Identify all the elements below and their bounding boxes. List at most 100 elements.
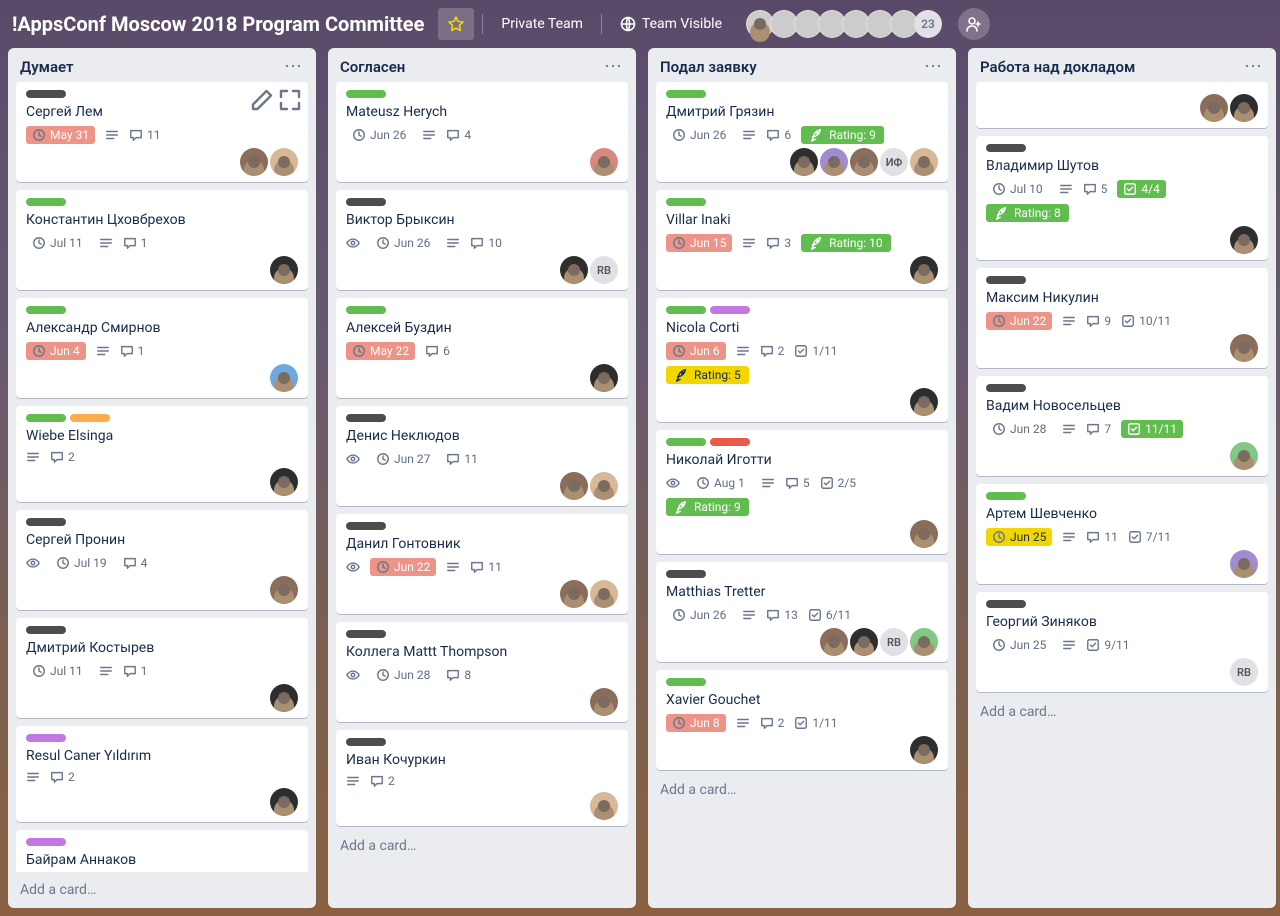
list-title[interactable]: Подал заявку — [660, 58, 757, 76]
label-grey[interactable] — [26, 626, 66, 634]
more-members-count[interactable]: 23 — [914, 10, 942, 38]
label-green[interactable] — [346, 306, 386, 314]
avatar[interactable] — [590, 472, 618, 500]
card[interactable]: Виктор БрыксинJun 2610RB — [336, 190, 628, 290]
avatar[interactable] — [270, 364, 298, 392]
avatar[interactable] — [820, 628, 848, 656]
due-badge[interactable]: Jun 26 — [370, 234, 436, 252]
due-badge[interactable]: Aug 1 — [690, 474, 751, 492]
card[interactable]: Иван Кочуркин2 — [336, 730, 628, 826]
card[interactable]: Resul Caner Yıldırım2 — [16, 726, 308, 822]
label-grey[interactable] — [346, 738, 386, 746]
list-title[interactable]: Работа над докладом — [980, 58, 1135, 76]
star-button[interactable] — [438, 8, 474, 40]
label-red[interactable] — [710, 438, 750, 446]
list-cards[interactable]: Сергей ЛемMay 3111Константин ЦховбреховJ… — [8, 80, 316, 872]
label-grey[interactable] — [346, 630, 386, 638]
due-badge[interactable]: Jun 22 — [986, 312, 1052, 330]
avatar[interactable] — [850, 628, 878, 656]
list-cards[interactable]: Владимир ШутовJul 1054/4 Rating: 8 Макси… — [968, 80, 1276, 694]
label-purple[interactable] — [710, 306, 750, 314]
add-card-button[interactable]: Add a card… — [8, 872, 316, 908]
card[interactable]: Villar InakiJun 153Rating: 10 — [656, 190, 948, 290]
avatar[interactable] — [910, 388, 938, 416]
label-grey[interactable] — [26, 90, 66, 98]
label-green[interactable] — [26, 306, 66, 314]
avatar[interactable] — [1230, 226, 1258, 254]
label-grey[interactable] — [346, 522, 386, 530]
card[interactable]: Mateusz HerychJun 264 — [336, 82, 628, 182]
card[interactable] — [976, 82, 1268, 128]
list-menu-icon[interactable]: ⋯ — [920, 58, 946, 76]
avatar[interactable] — [270, 148, 298, 176]
due-badge[interactable]: Jun 22 — [370, 558, 436, 576]
due-badge[interactable]: Jun 27 — [370, 450, 436, 468]
card[interactable]: Matthias TretterJun 26136/11RB — [656, 562, 948, 662]
list-cards[interactable]: Mateusz HerychJun 264Виктор БрыксинJun 2… — [328, 80, 636, 828]
list-menu-icon[interactable]: ⋯ — [1240, 58, 1266, 76]
label-green[interactable] — [666, 306, 706, 314]
due-badge[interactable]: Jun 28 — [370, 666, 436, 684]
card[interactable]: Николай ИготтиAug 152/5 Rating: 9 — [656, 430, 948, 554]
avatar[interactable] — [820, 148, 848, 176]
card[interactable]: Xavier GouchetJun 821/11 — [656, 670, 948, 770]
add-card-button[interactable]: Add a card… — [328, 828, 636, 864]
card[interactable]: Данил ГонтовникJun 2211 — [336, 514, 628, 614]
card[interactable]: Денис НеклюдовJun 2711 — [336, 406, 628, 506]
avatar[interactable] — [270, 468, 298, 496]
label-green[interactable] — [986, 492, 1026, 500]
avatar[interactable]: RB — [880, 628, 908, 656]
card[interactable]: Владимир ШутовJul 1054/4 Rating: 8 — [976, 136, 1268, 260]
card[interactable]: Артем ШевченкоJun 25117/11 — [976, 484, 1268, 584]
card[interactable]: Nicola CortiJun 621/11 Rating: 5 — [656, 298, 948, 422]
add-card-button[interactable]: Add a card… — [648, 772, 956, 808]
open-card-icon[interactable] — [278, 88, 302, 112]
avatar[interactable] — [910, 520, 938, 548]
team-visible-button[interactable]: Team Visible — [610, 8, 732, 40]
card[interactable]: Коллега Mattt ThompsonJun 288 — [336, 622, 628, 722]
label-green[interactable] — [666, 90, 706, 98]
card[interactable]: Сергей ЛемMay 3111 — [16, 82, 308, 182]
avatar[interactable] — [590, 688, 618, 716]
avatar[interactable] — [910, 148, 938, 176]
label-grey[interactable] — [986, 144, 1026, 152]
avatar[interactable] — [240, 148, 268, 176]
due-badge[interactable]: Jun 26 — [666, 126, 732, 144]
private-team-button[interactable]: Private Team — [491, 8, 592, 40]
avatar[interactable] — [590, 792, 618, 820]
label-grey[interactable] — [986, 384, 1026, 392]
due-badge[interactable]: Jul 19 — [50, 554, 113, 572]
board-members[interactable]: 23 — [750, 10, 942, 38]
due-badge[interactable]: Jun 25 — [986, 636, 1052, 654]
add-card-button[interactable]: Add a card… — [968, 694, 1276, 730]
due-badge[interactable]: Jun 6 — [666, 342, 726, 360]
label-green[interactable] — [346, 90, 386, 98]
due-badge[interactable]: Jun 15 — [666, 234, 732, 252]
label-grey[interactable] — [666, 570, 706, 578]
avatar[interactable] — [1200, 94, 1228, 122]
card[interactable]: Георгий ЗиняковJun 259/11RB — [976, 592, 1268, 692]
label-grey[interactable] — [26, 518, 66, 526]
due-badge[interactable]: Jun 8 — [666, 714, 726, 732]
avatar[interactable] — [910, 628, 938, 656]
label-green[interactable] — [26, 198, 66, 206]
due-badge[interactable]: Jun 26 — [346, 126, 412, 144]
avatar[interactable] — [590, 580, 618, 608]
avatar[interactable] — [910, 256, 938, 284]
avatar[interactable] — [560, 472, 588, 500]
add-member-button[interactable] — [958, 8, 990, 40]
avatar[interactable] — [270, 256, 298, 284]
label-grey[interactable] — [346, 198, 386, 206]
label-green[interactable] — [666, 678, 706, 686]
card[interactable]: Дмитрий ГрязинJun 266Rating: 9ИФ — [656, 82, 948, 182]
list-menu-icon[interactable]: ⋯ — [280, 58, 306, 76]
avatar[interactable] — [1230, 334, 1258, 362]
label-grey[interactable] — [986, 600, 1026, 608]
label-purple[interactable] — [26, 734, 66, 742]
avatar[interactable] — [790, 148, 818, 176]
label-grey[interactable] — [346, 414, 386, 422]
due-badge[interactable]: Jul 11 — [26, 234, 89, 252]
card[interactable]: Сергей ПронинJul 194 — [16, 510, 308, 610]
avatar[interactable]: RB — [1230, 658, 1258, 686]
list-title[interactable]: Думает — [20, 58, 74, 76]
